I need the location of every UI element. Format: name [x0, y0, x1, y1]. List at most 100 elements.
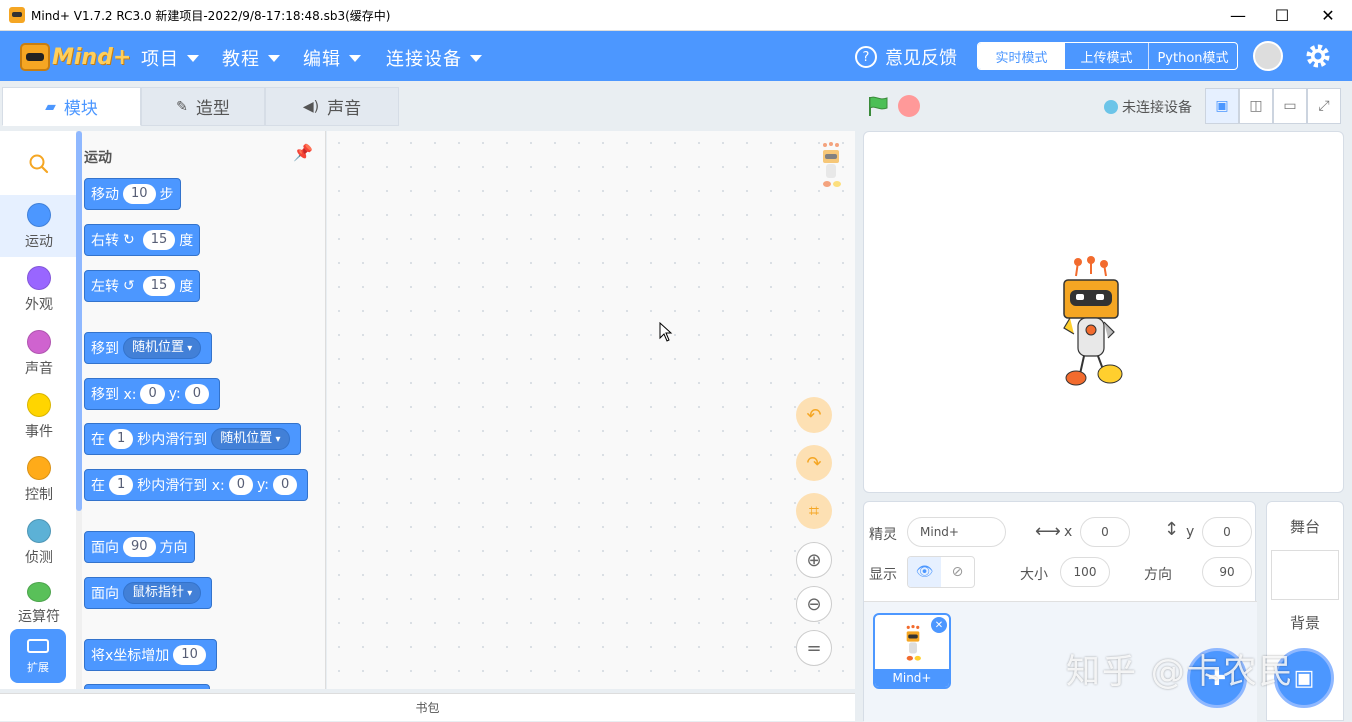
- block-text: 右转: [91, 233, 119, 249]
- block-input[interactable]: 15: [142, 276, 176, 296]
- category-motion[interactable]: 运动: [0, 195, 78, 257]
- block-dropdown[interactable]: 鼠标指针: [123, 582, 202, 604]
- category-control[interactable]: 控制: [0, 448, 78, 510]
- block-dropdown[interactable]: 随机位置: [211, 428, 290, 450]
- mode-python[interactable]: Python模式: [1148, 43, 1237, 69]
- mouse-cursor-icon: [659, 322, 673, 342]
- size-input[interactable]: 100: [1060, 557, 1110, 587]
- block-partial[interactable]: [84, 684, 210, 689]
- category-operators[interactable]: 运算符: [0, 574, 78, 626]
- direction-input[interactable]: 90: [1202, 557, 1252, 587]
- block-text: 度: [179, 233, 194, 249]
- redo-icon[interactable]: ↷: [796, 445, 832, 481]
- block-dropdown[interactable]: 随机位置: [123, 337, 202, 359]
- category-events[interactable]: 事件: [0, 385, 78, 447]
- block-point-towards[interactable]: 面向 鼠标指针: [84, 577, 213, 609]
- menubar: Mind+ 项目 教程 编辑 连接设备 ? 意见反馈 实时模式 上传模式 Pyt…: [0, 31, 1352, 81]
- block-glide[interactable]: 在 1 秒内滑行到 随机位置: [84, 423, 301, 455]
- category-sound[interactable]: 声音: [0, 322, 78, 384]
- sprite-name-input[interactable]: Mind+: [907, 517, 1006, 547]
- sprite-thumbnail[interactable]: ✕ Mind+: [873, 613, 951, 689]
- green-flag-icon[interactable]: [867, 95, 889, 117]
- x-input[interactable]: 0: [1080, 517, 1130, 547]
- mode-upload[interactable]: 上传模式: [1065, 43, 1148, 69]
- fullscreen-icon[interactable]: ⤢: [1307, 88, 1341, 124]
- search-icon[interactable]: [28, 153, 50, 175]
- settings-gear-icon[interactable]: [1303, 41, 1333, 71]
- maximize-button[interactable]: ☐: [1259, 0, 1305, 31]
- block-input[interactable]: 0: [140, 384, 165, 404]
- block-text: 步: [159, 187, 174, 203]
- stop-icon[interactable]: [898, 95, 920, 117]
- pin-icon[interactable]: 📌: [293, 143, 313, 162]
- block-input[interactable]: 90: [123, 537, 156, 557]
- tab-blocks[interactable]: ▰ 模块: [2, 87, 141, 126]
- stage-canvas[interactable]: [863, 131, 1344, 493]
- block-input[interactable]: 0: [184, 384, 209, 404]
- menu-connect-device[interactable]: 连接设备: [386, 45, 482, 71]
- block-change-x[interactable]: 将x坐标增加 10: [84, 639, 217, 671]
- stage-sprite-robot[interactable]: [1056, 256, 1126, 392]
- speaker-icon: ◀): [302, 98, 320, 115]
- caret-down-icon: [470, 54, 482, 62]
- zoom-reset-icon[interactable]: =: [796, 630, 832, 666]
- backdrop-label: 背景: [1289, 614, 1320, 632]
- block-input[interactable]: 10: [123, 184, 156, 204]
- menu-tutorial[interactable]: 教程: [222, 45, 280, 71]
- backpack-bar[interactable]: 书包: [0, 693, 855, 721]
- eye-off-icon[interactable]: ⊘: [941, 557, 974, 587]
- block-glide-xy[interactable]: 在 1 秒内滑行到 x: 0 y: 0: [84, 469, 309, 501]
- zoom-in-icon[interactable]: ⊕: [796, 542, 832, 578]
- block-text: 秒内滑行到 x:: [137, 478, 225, 494]
- minimize-button[interactable]: —: [1215, 0, 1261, 31]
- code-workspace[interactable]: [327, 131, 855, 689]
- block-point-direction[interactable]: 面向 90 方向: [84, 531, 195, 563]
- tab-costumes[interactable]: ✎ 造型: [141, 87, 265, 126]
- zoom-out-icon[interactable]: ⊖: [796, 586, 832, 622]
- block-goto[interactable]: 移到 随机位置: [84, 332, 213, 364]
- mindplus-logo[interactable]: Mind+: [20, 39, 131, 75]
- tab-sounds[interactable]: ◀) 声音: [265, 87, 399, 126]
- block-input[interactable]: 1: [109, 429, 134, 449]
- block-goto-xy[interactable]: 移到 x: 0 y: 0: [84, 378, 220, 410]
- block-turn-right[interactable]: 右转 ↻ 15 度: [84, 224, 201, 256]
- brush-icon: ✎: [176, 98, 188, 115]
- user-avatar[interactable]: [1253, 41, 1283, 71]
- sprite-label: 精灵: [869, 527, 897, 543]
- tab-sounds-label: 声音: [327, 99, 362, 119]
- layout-normal-stage-icon[interactable]: ◫: [1239, 88, 1273, 124]
- y-input[interactable]: 0: [1202, 517, 1252, 547]
- undo-icon[interactable]: ↶: [796, 397, 832, 433]
- block-input[interactable]: 0: [273, 475, 298, 495]
- feedback-button[interactable]: ? 意见反馈: [855, 44, 957, 70]
- category-sensing[interactable]: 侦测: [0, 511, 78, 573]
- close-button[interactable]: ✕: [1305, 0, 1351, 31]
- stage-thumbnail[interactable]: [1271, 550, 1339, 600]
- stage-layout-buttons: ▣ ◫ ▭ ⤢: [1205, 88, 1341, 124]
- block-input[interactable]: 15: [142, 230, 176, 250]
- category-dot: [27, 266, 51, 290]
- palette-title: 运动: [84, 150, 112, 166]
- question-icon: ?: [855, 46, 877, 68]
- block-move-steps[interactable]: 移动 10 步: [84, 178, 181, 210]
- menu-edit[interactable]: 编辑: [303, 45, 361, 71]
- mode-realtime[interactable]: 实时模式: [978, 43, 1065, 69]
- block-text: 移到 x:: [91, 387, 137, 403]
- eye-icon[interactable]: 👁: [908, 557, 941, 587]
- layout-small-stage-icon[interactable]: ▣: [1205, 88, 1239, 124]
- category-looks[interactable]: 外观: [0, 258, 78, 320]
- caret-down-icon: [268, 54, 280, 62]
- extension-button[interactable]: 扩展: [10, 629, 66, 683]
- block-input[interactable]: 1: [109, 475, 134, 495]
- block-text: 左转: [91, 279, 119, 295]
- block-turn-left[interactable]: 左转 ↺ 15 度: [84, 270, 201, 302]
- crop-icon[interactable]: ⌗: [796, 493, 832, 529]
- menu-project[interactable]: 项目: [141, 45, 199, 71]
- block-input[interactable]: 0: [228, 475, 254, 495]
- menu-tutorial-label: 教程: [222, 49, 260, 70]
- delete-sprite-icon[interactable]: ✕: [931, 617, 947, 633]
- layout-hide-stage-icon[interactable]: ▭: [1273, 88, 1307, 124]
- block-input[interactable]: 10: [173, 645, 206, 665]
- device-connection-status[interactable]: 未连接设备: [1104, 97, 1192, 117]
- backpack-label: 书包: [415, 701, 440, 715]
